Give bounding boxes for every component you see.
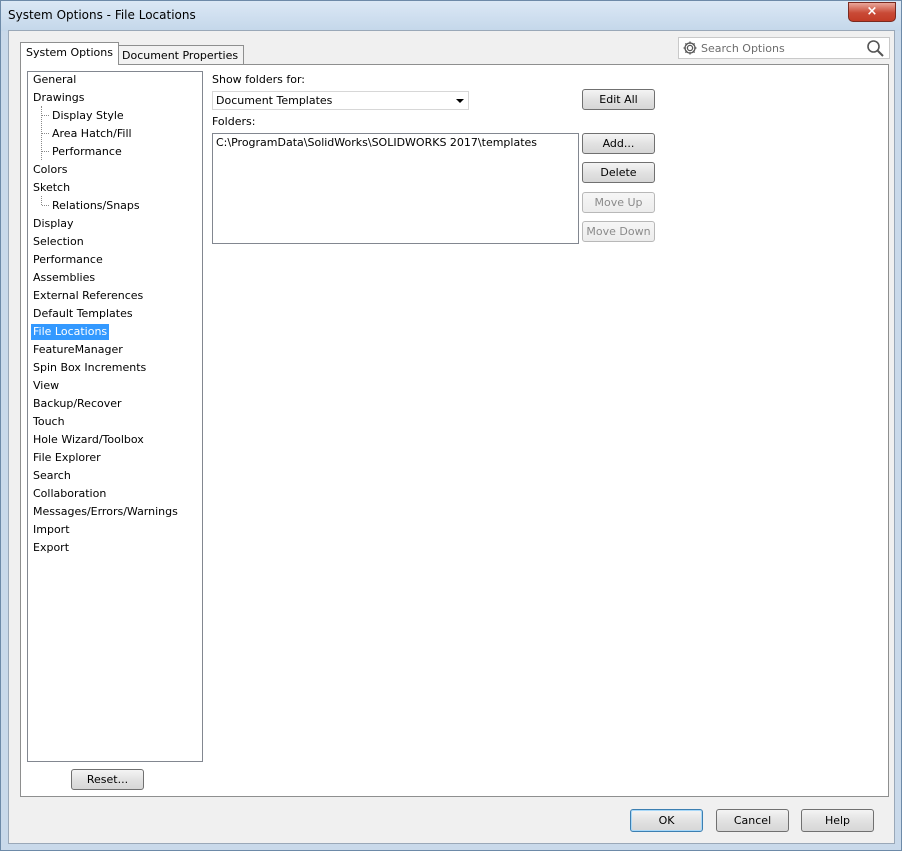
show-folders-label: Show folders for: (212, 73, 305, 86)
search-icon[interactable] (866, 39, 885, 58)
tree-item-sketch[interactable]: Sketch (31, 180, 72, 196)
help-button[interactable]: Help (801, 809, 874, 832)
gear-icon (683, 41, 697, 55)
edit-all-button[interactable]: Edit All (582, 89, 655, 110)
title-bar[interactable]: System Options - File Locations × (1, 1, 901, 31)
tree-connector (42, 151, 49, 152)
show-folders-value: Document Templates (216, 94, 333, 107)
tree-item-drawings-performance[interactable]: Performance (50, 144, 124, 160)
add-button[interactable]: Add... (582, 133, 655, 154)
dialog-client-area: System Options Document Properties Searc… (8, 30, 895, 844)
cancel-button[interactable]: Cancel (716, 809, 789, 832)
tree-item-file-explorer[interactable]: File Explorer (31, 450, 103, 466)
close-button[interactable]: × (848, 2, 896, 22)
search-options-box[interactable]: Search Options (678, 37, 890, 59)
tree-item-messages-errors-warnings[interactable]: Messages/Errors/Warnings (31, 504, 180, 520)
tree-item-selection[interactable]: Selection (31, 234, 86, 250)
move-down-button[interactable]: Move Down (582, 221, 655, 242)
tree-item-search[interactable]: Search (31, 468, 73, 484)
tree-item-performance[interactable]: Performance (31, 252, 105, 268)
tree-item-external-references[interactable]: External References (31, 288, 145, 304)
system-options-panel: General Drawings Display Style Area Hatc… (20, 64, 889, 797)
move-up-button[interactable]: Move Up (582, 192, 655, 213)
tree-item-hole-wizard-toolbox[interactable]: Hole Wizard/Toolbox (31, 432, 146, 448)
search-input[interactable]: Search Options (701, 42, 785, 55)
options-tree[interactable]: General Drawings Display Style Area Hatc… (27, 71, 203, 762)
tab-document-properties[interactable]: Document Properties (116, 45, 245, 66)
tree-item-touch[interactable]: Touch (31, 414, 67, 430)
tree-item-spin-box-increments[interactable]: Spin Box Increments (31, 360, 148, 376)
folders-list[interactable]: C:\ProgramData\SolidWorks\SOLIDWORKS 201… (212, 133, 579, 244)
chevron-down-icon (456, 99, 464, 103)
tree-connector (42, 205, 49, 206)
system-options-dialog: System Options - File Locations × System… (0, 0, 902, 851)
tree-item-view[interactable]: View (31, 378, 61, 394)
tree-item-default-templates[interactable]: Default Templates (31, 306, 135, 322)
tree-connector (42, 115, 49, 116)
window-title: System Options - File Locations (8, 8, 196, 22)
tree-item-relations-snaps[interactable]: Relations/Snaps (50, 198, 142, 214)
tree-item-area-hatch-fill[interactable]: Area Hatch/Fill (50, 126, 134, 142)
tree-item-import[interactable]: Import (31, 522, 72, 538)
tree-item-drawings[interactable]: Drawings (31, 90, 86, 106)
tree-item-export[interactable]: Export (31, 540, 71, 556)
show-folders-dropdown[interactable]: Document Templates (212, 91, 469, 110)
tree-item-collaboration[interactable]: Collaboration (31, 486, 108, 502)
tree-item-backup-recover[interactable]: Backup/Recover (31, 396, 124, 412)
tree-item-display[interactable]: Display (31, 216, 76, 232)
tree-item-general[interactable]: General (31, 72, 78, 88)
tree-item-colors[interactable]: Colors (31, 162, 69, 178)
tree-item-file-locations[interactable]: File Locations (31, 324, 110, 340)
tree-item-featuremanager[interactable]: FeatureManager (31, 342, 125, 358)
delete-button[interactable]: Delete (582, 162, 655, 183)
tree-connector (42, 133, 49, 134)
folders-label: Folders: (212, 115, 256, 128)
tree-connector (41, 196, 42, 205)
reset-button[interactable]: Reset... (71, 769, 144, 790)
ok-button[interactable]: OK (630, 809, 703, 832)
list-item[interactable]: C:\ProgramData\SolidWorks\SOLIDWORKS 201… (216, 136, 537, 149)
tree-item-assemblies[interactable]: Assemblies (31, 270, 97, 286)
tab-system-options[interactable]: System Options (20, 42, 119, 65)
tree-item-display-style[interactable]: Display Style (50, 108, 126, 124)
